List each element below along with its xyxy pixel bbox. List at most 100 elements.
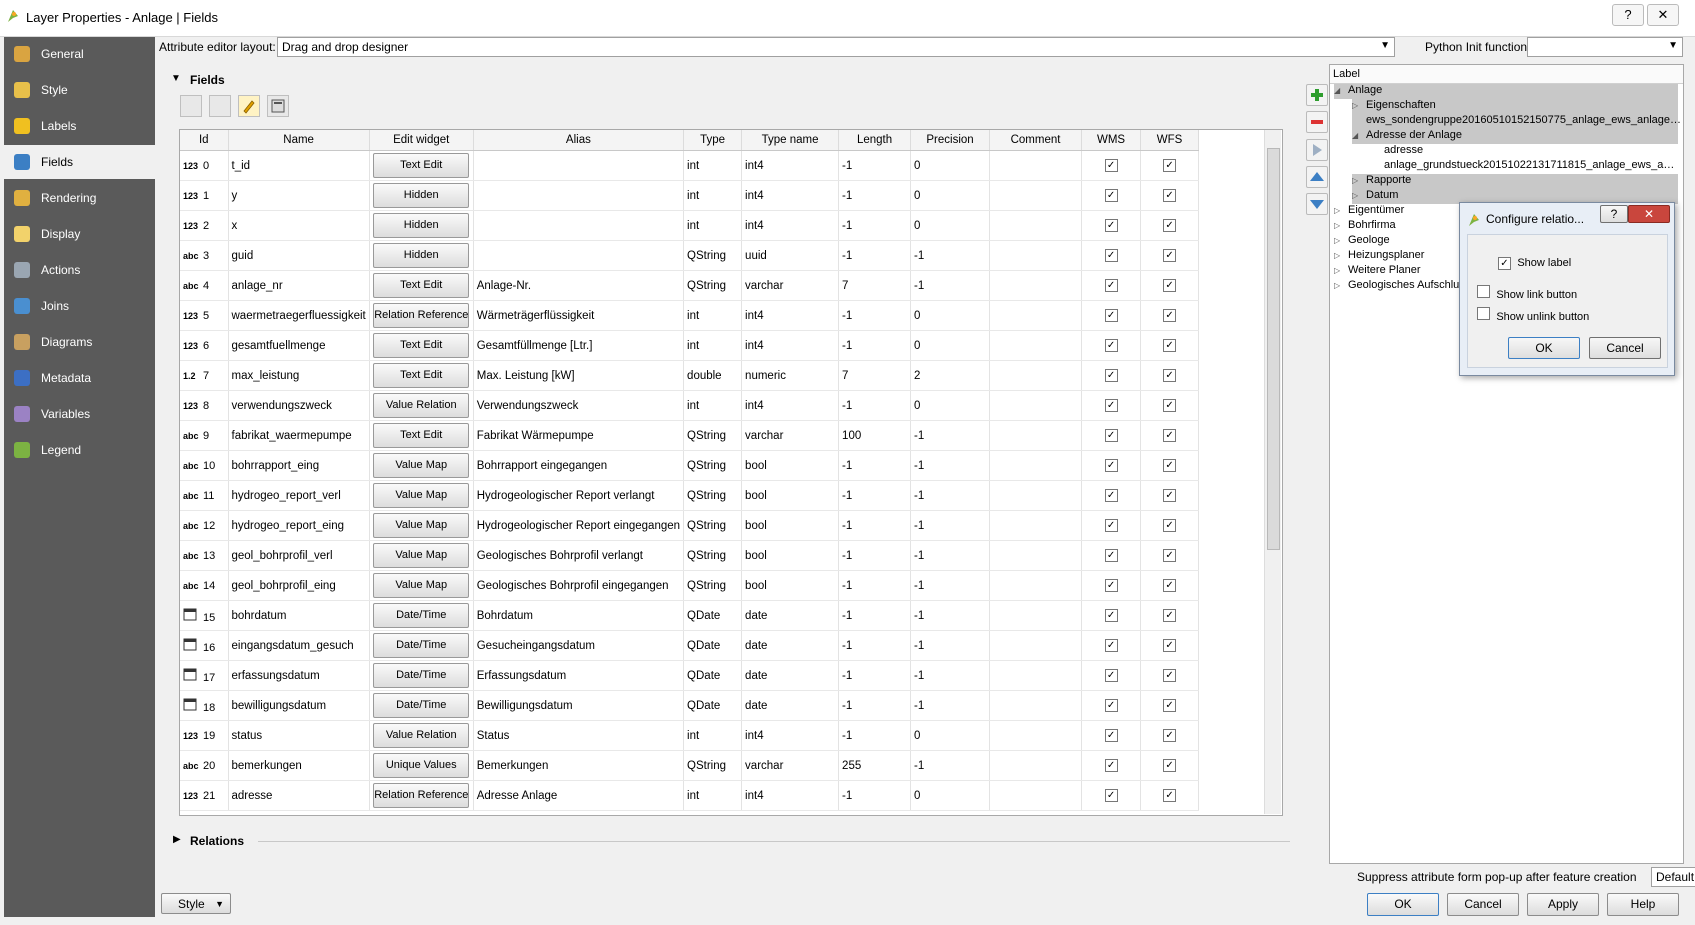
fields-table-scrollbar[interactable] (1264, 130, 1281, 814)
cancel-button[interactable]: Cancel (1447, 893, 1519, 916)
field-calculator-button[interactable] (267, 95, 289, 117)
tree-expander-icon[interactable]: ▷ (1334, 251, 1348, 260)
edit-widget-button[interactable]: Value Map (373, 543, 470, 568)
comment-cell[interactable] (989, 750, 1083, 781)
edit-widget-button[interactable]: Hidden (373, 243, 470, 268)
wfs-checkbox[interactable]: ✓ (1163, 579, 1177, 592)
wfs-checkbox[interactable]: ✓ (1163, 249, 1177, 262)
comment-cell[interactable] (989, 480, 1083, 511)
comment-cell[interactable] (989, 330, 1083, 361)
table-row[interactable]: abc 20 bemerkungen Unique Values Bemerkungen… (180, 750, 1200, 781)
edit-widget-button[interactable]: Date/Time (373, 663, 470, 688)
wfs-checkbox[interactable]: ✓ (1163, 729, 1177, 742)
table-row[interactable]: abc 14 geol_bohrprofil_eing Value Map Geolog… (180, 570, 1200, 601)
table-row[interactable]: abc 13 geol_bohrprofil_verl Value Map Geolog… (180, 540, 1200, 571)
table-row[interactable]: 123 0 t_id Text Edit int int4 -1 0 ✓ ✓ (180, 150, 1200, 181)
table-row[interactable]: 123 1 y Hidden int int4 -1 0 ✓ ✓ (180, 180, 1200, 211)
comment-cell[interactable] (989, 420, 1083, 451)
edit-widget-button[interactable]: Value Map (373, 513, 470, 538)
table-row[interactable]: 15 bohrdatum Date/Time Bohrdatum QDate date -1… (180, 600, 1200, 631)
scrollbar-thumb[interactable] (1267, 148, 1280, 550)
table-row[interactable]: 16 eingangsdatum_gesuch Date/Time Gesuchein… (180, 630, 1200, 661)
table-row[interactable]: abc 3 guid Hidden QString uuid -1 -1 ✓ ✓ (180, 240, 1200, 271)
wfs-checkbox[interactable]: ✓ (1163, 669, 1177, 682)
edit-widget-button[interactable]: Text Edit (373, 273, 470, 298)
comment-cell[interactable] (989, 510, 1083, 541)
layout-combo[interactable]: Drag and drop designer ▼ (277, 37, 1395, 57)
column-header-edit-widget[interactable]: Edit widget (369, 130, 474, 151)
ok-button[interactable]: OK (1367, 893, 1439, 916)
table-row[interactable]: abc 9 fabrikat_waermepumpe Text Edit Fabrika… (180, 420, 1200, 451)
dialog-ok-button[interactable]: OK (1508, 337, 1580, 359)
column-header-comment[interactable]: Comment (989, 130, 1083, 151)
sidebar-item-diagrams[interactable]: Diagrams (4, 325, 155, 359)
wms-checkbox[interactable]: ✓ (1104, 579, 1118, 592)
edit-widget-button[interactable]: Date/Time (373, 693, 470, 718)
edit-widget-button[interactable]: Value Map (373, 453, 470, 478)
wfs-checkbox[interactable]: ✓ (1163, 789, 1177, 802)
help-button[interactable]: Help (1607, 893, 1679, 916)
edit-widget-button[interactable]: Value Relation (373, 393, 470, 418)
wms-checkbox[interactable]: ✓ (1104, 789, 1118, 802)
edit-widget-button[interactable]: Relation Reference (373, 303, 470, 328)
edit-widget-button[interactable]: Text Edit (373, 363, 470, 388)
wfs-checkbox[interactable]: ✓ (1163, 759, 1177, 772)
comment-cell[interactable] (989, 540, 1083, 571)
delete-field-button[interactable] (209, 95, 231, 117)
tree-expander-icon[interactable]: ▷ (1352, 176, 1366, 185)
wfs-checkbox[interactable]: ✓ (1163, 639, 1177, 652)
column-header-id[interactable]: Id (180, 130, 229, 151)
wms-checkbox[interactable]: ✓ (1104, 249, 1118, 262)
edit-widget-button[interactable]: Value Map (373, 483, 470, 508)
wms-checkbox[interactable]: ✓ (1104, 159, 1118, 172)
comment-cell[interactable] (989, 720, 1083, 751)
toggle-editing-button[interactable] (238, 95, 260, 117)
relations-expand-icon[interactable]: ▶ (173, 834, 181, 845)
tree-item[interactable]: ews_sondengruppe20160510152150775_anlage… (1352, 114, 1681, 129)
column-header-type-name[interactable]: Type name (741, 130, 840, 151)
add-group-button[interactable] (1306, 84, 1328, 106)
tree-expander-icon[interactable]: ◢ (1334, 86, 1348, 95)
comment-cell[interactable] (989, 300, 1083, 331)
wfs-checkbox[interactable]: ✓ (1163, 399, 1177, 412)
tree-expander-icon[interactable]: ▷ (1352, 101, 1366, 110)
wms-checkbox[interactable]: ✓ (1104, 639, 1118, 652)
remove-group-button[interactable] (1306, 111, 1328, 133)
tree-item[interactable]: ◢ Adresse der Anlage (1352, 129, 1678, 144)
wfs-checkbox[interactable]: ✓ (1163, 519, 1177, 532)
dialog-cancel-button[interactable]: Cancel (1589, 337, 1661, 359)
move-up-button[interactable] (1306, 166, 1328, 188)
comment-cell[interactable] (989, 780, 1083, 811)
wfs-checkbox[interactable]: ✓ (1163, 609, 1177, 622)
column-header-alias[interactable]: Alias (473, 130, 685, 151)
wfs-checkbox[interactable]: ✓ (1163, 369, 1177, 382)
help-title-button[interactable]: ? (1612, 4, 1644, 26)
table-row[interactable]: 1.2 7 max_leistung Text Edit Max. Leistung [… (180, 360, 1200, 391)
sidebar-item-actions[interactable]: Actions (4, 253, 155, 287)
comment-cell[interactable] (989, 240, 1083, 271)
wms-checkbox[interactable]: ✓ (1104, 459, 1118, 472)
comment-cell[interactable] (989, 390, 1083, 421)
wfs-checkbox[interactable]: ✓ (1163, 279, 1177, 292)
sidebar-item-legend[interactable]: Legend (4, 433, 155, 467)
table-row[interactable]: abc 10 bohrrapport_eing Value Map Bohrrappor… (180, 450, 1200, 481)
edit-widget-button[interactable]: Text Edit (373, 153, 470, 178)
comment-cell[interactable] (989, 210, 1083, 241)
sidebar-item-display[interactable]: Display (4, 217, 155, 251)
comment-cell[interactable] (989, 150, 1083, 181)
sidebar-item-joins[interactable]: Joins (4, 289, 155, 323)
form-layout-tree[interactable]: Label ◢ Anlage ▷ Eigenschaften ews_sondengru… (1329, 64, 1684, 864)
table-row[interactable]: 123 6 gesamtfuellmenge Text Edit Gesamtfüllm… (180, 330, 1200, 361)
wms-checkbox[interactable]: ✓ (1104, 399, 1118, 412)
table-row[interactable]: abc 12 hydrogeo_report_eing Value Map Hydrog… (180, 510, 1200, 541)
wms-checkbox[interactable]: ✓ (1104, 339, 1118, 352)
tree-expander-icon[interactable]: ▷ (1334, 266, 1348, 275)
wms-checkbox[interactable]: ✓ (1104, 759, 1118, 772)
show-link-option[interactable]: Show link button (1477, 285, 1577, 301)
edit-widget-button[interactable]: Value Map (373, 573, 470, 598)
wfs-checkbox[interactable]: ✓ (1163, 219, 1177, 232)
wfs-checkbox[interactable]: ✓ (1163, 429, 1177, 442)
wms-checkbox[interactable]: ✓ (1104, 609, 1118, 622)
comment-cell[interactable] (989, 630, 1083, 661)
wfs-checkbox[interactable]: ✓ (1163, 339, 1177, 352)
